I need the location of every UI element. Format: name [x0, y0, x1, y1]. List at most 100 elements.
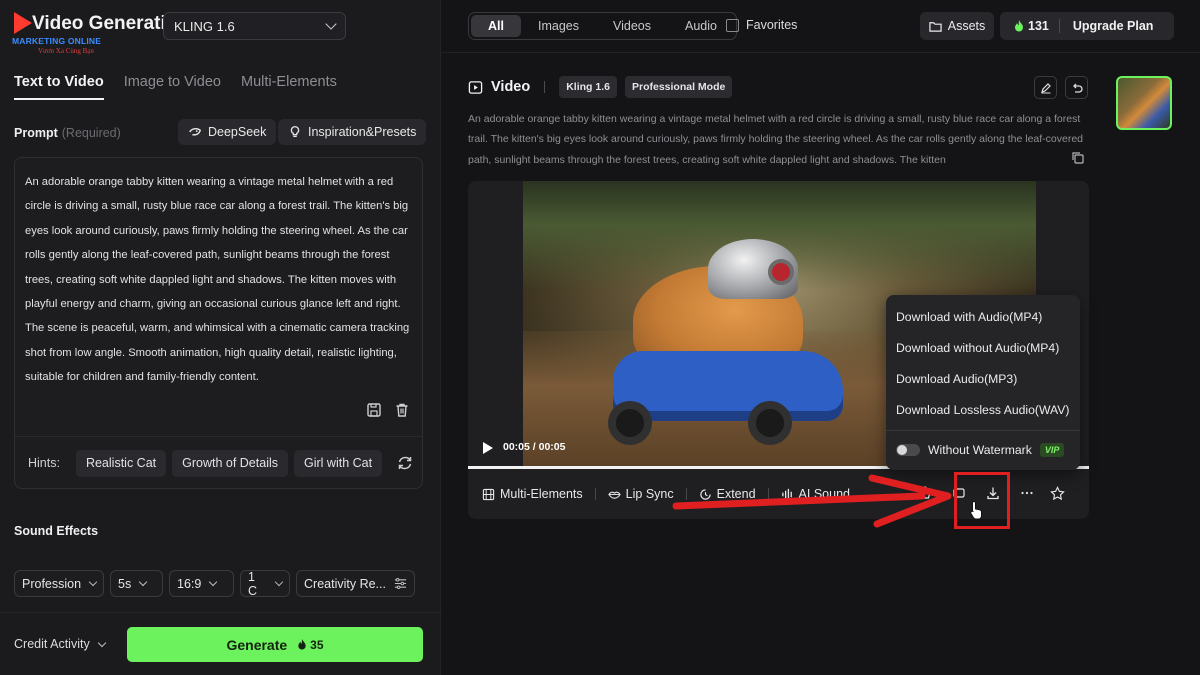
play-logo-icon	[14, 12, 32, 34]
deepseek-button[interactable]: DeepSeek	[178, 119, 277, 145]
assets-button[interactable]: Assets	[920, 12, 994, 40]
download-menu: Download with Audio(MP4) Download withou…	[886, 295, 1080, 470]
lip-sync-button[interactable]: Lip Sync	[607, 487, 674, 501]
multi-elements-icon	[482, 488, 495, 500]
prompt-text[interactable]: An adorable orange tabby kitten wearing …	[25, 170, 415, 390]
hints-row: Hints: Realistic Cat Growth of Details G…	[15, 436, 422, 489]
folder-icon	[929, 21, 942, 32]
wheel-figure	[608, 401, 652, 445]
watermark-label: Without Watermark	[928, 443, 1032, 457]
download-with-audio-mp4[interactable]: Download with Audio(MP4)	[886, 301, 1080, 332]
top-bar: All Images Videos Audio Favorites Assets…	[442, 0, 1200, 53]
aspect-ratio-select[interactable]: 16:9	[169, 570, 234, 597]
left-panel: Video Generation MARKETING ONLINE Vươn X…	[0, 0, 441, 675]
upgrade-plan-button[interactable]: Upgrade Plan	[1060, 19, 1154, 33]
video-title: Video	[491, 79, 531, 95]
sliders-icon	[394, 578, 407, 589]
trash-icon[interactable]	[394, 402, 410, 418]
video-description: An adorable orange tabby kitten wearing …	[468, 113, 1084, 166]
hand-cursor-icon	[970, 500, 982, 520]
edit-button[interactable]	[1034, 76, 1057, 99]
prompt-input[interactable]: An adorable orange tabby kitten wearing …	[14, 157, 423, 489]
regenerate-button[interactable]	[1065, 76, 1088, 99]
generate-button[interactable]: Generate 35	[127, 627, 423, 662]
watermark-brand: MARKETING ONLINE	[12, 36, 102, 46]
annotation-arrow-icon	[672, 474, 952, 528]
prompt-label-text: Prompt	[14, 126, 58, 140]
hint-chip[interactable]: Growth of Details	[172, 449, 288, 477]
video-header: Video Kling 1.6 Professional Mode	[468, 76, 733, 98]
prompt-required-text: (Required)	[61, 126, 121, 140]
bottom-bar: Credit Activity Generate 35	[0, 612, 441, 675]
star-icon[interactable]	[1050, 486, 1065, 501]
model-select-value: KLING 1.6	[174, 18, 235, 34]
download-lossless-audio-wav[interactable]: Download Lossless Audio(WAV)	[886, 394, 1080, 425]
refresh-icon[interactable]	[396, 454, 414, 472]
mode-select-value: Profession	[22, 576, 82, 591]
media-filter-tabs: All Images Videos Audio	[468, 12, 737, 40]
download-audio-mp3[interactable]: Download Audio(MP3)	[886, 363, 1080, 394]
filter-audio[interactable]: Audio	[668, 15, 734, 37]
watermark-toggle-row[interactable]: Without Watermark VIP	[886, 435, 1080, 465]
tab-multi-elements[interactable]: Multi-Elements	[241, 74, 337, 100]
generate-label: Generate	[226, 636, 288, 653]
model-select[interactable]: KLING 1.6	[163, 12, 346, 40]
download-without-audio-mp4[interactable]: Download without Audio(MP4)	[886, 332, 1080, 363]
filter-videos[interactable]: Videos	[596, 15, 668, 37]
sound-effects-label: Sound Effects	[14, 524, 99, 538]
tab-image-to-video[interactable]: Image to Video	[124, 74, 221, 100]
brand-logo: Video Generation MARKETING ONLINE Vươn X…	[10, 10, 189, 55]
credit-balance-value: 131	[1028, 19, 1049, 33]
hints-label: Hints:	[28, 456, 60, 470]
filter-images[interactable]: Images	[521, 15, 596, 37]
plan-area: 131 Upgrade Plan	[1000, 12, 1174, 40]
flame-icon	[1015, 20, 1023, 32]
lip-sync-label: Lip Sync	[625, 487, 674, 501]
mode-select[interactable]: Profession	[14, 570, 104, 597]
undo-icon	[1072, 83, 1083, 93]
copy-icon[interactable]	[1071, 151, 1085, 165]
duration-select-value: 5s	[118, 576, 132, 591]
assets-label: Assets	[947, 19, 986, 33]
wheel-figure	[748, 401, 792, 445]
creativity-label: Creativity Re...	[304, 576, 386, 591]
inspiration-presets-label: Inspiration&Presets	[308, 125, 417, 139]
chevron-down-icon	[88, 577, 98, 587]
generation-settings: Profession 5s 16:9 1 C Creativity Re...	[14, 569, 415, 598]
more-icon[interactable]	[1020, 486, 1034, 500]
vip-badge: VIP	[1039, 443, 1065, 457]
hint-chip[interactable]: Girl with Cat	[294, 449, 383, 477]
video-thumbnail[interactable]	[1116, 76, 1172, 130]
save-icon[interactable]	[366, 402, 382, 418]
filter-all[interactable]: All	[471, 15, 521, 37]
checkbox-icon	[726, 18, 739, 32]
output-count-select[interactable]: 1 C	[240, 569, 290, 598]
credit-balance[interactable]: 131	[1000, 19, 1060, 33]
chevron-down-icon	[325, 18, 337, 30]
duration-select[interactable]: 5s	[110, 570, 163, 597]
creativity-relevance-button[interactable]: Creativity Re...	[296, 570, 415, 597]
inspiration-presets-button[interactable]: Inspiration&Presets	[278, 119, 427, 145]
generate-cost-value: 35	[310, 637, 324, 652]
video-time: 00:05 / 00:05	[503, 441, 566, 453]
multi-elements-button[interactable]: Multi-Elements	[482, 487, 583, 501]
favorites-label: Favorites	[746, 18, 798, 32]
play-icon[interactable]	[483, 442, 493, 454]
mode-tabs: Text to Video Image to Video Multi-Eleme…	[14, 74, 337, 100]
pencil-icon	[1040, 82, 1051, 93]
output-count-value: 1 C	[248, 569, 258, 598]
prompt-box-actions	[366, 402, 410, 418]
tab-text-to-video[interactable]: Text to Video	[14, 74, 104, 100]
divider	[886, 430, 1080, 431]
favorites-checkbox[interactable]: Favorites	[726, 18, 797, 32]
chevron-down-icon	[138, 577, 148, 587]
watermark-toggle[interactable]	[896, 444, 920, 456]
credit-activity-label: Credit Activity	[14, 637, 90, 651]
divider	[544, 81, 546, 93]
aspect-ratio-value: 16:9	[177, 576, 202, 591]
hint-chip[interactable]: Realistic Cat	[75, 449, 167, 477]
flame-icon	[298, 639, 306, 650]
mode-tag: Professional Mode	[624, 76, 733, 98]
credit-activity-button[interactable]: Credit Activity	[14, 637, 106, 651]
goggle-figure	[768, 259, 794, 285]
